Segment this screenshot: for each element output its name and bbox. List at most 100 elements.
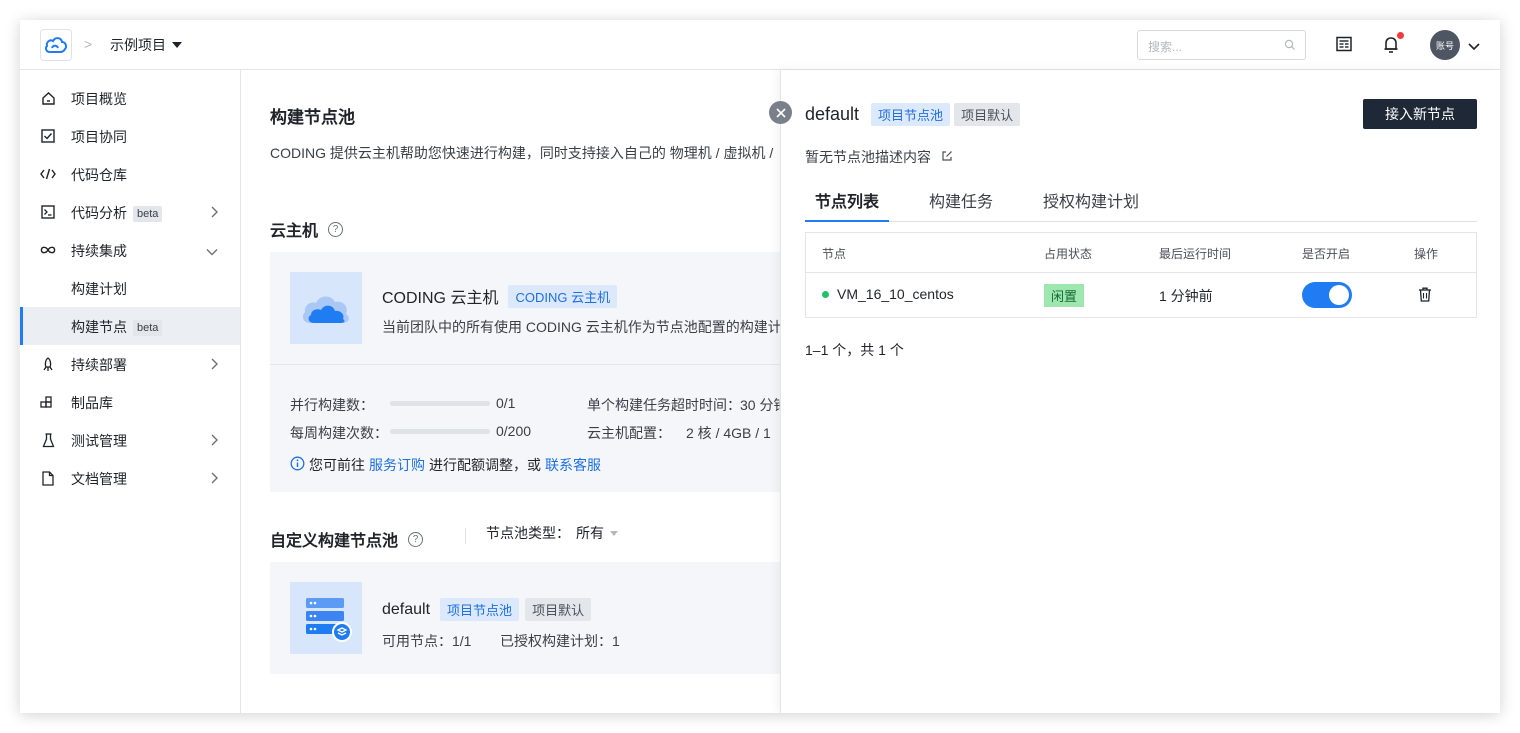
chevron-right-icon bbox=[210, 433, 218, 449]
timeout-label: 单个构建任务超时时间： bbox=[587, 397, 741, 413]
trash-icon[interactable] bbox=[1418, 287, 1432, 302]
sidebar-item-label: 构建节点 bbox=[71, 319, 127, 335]
drawer-title: default bbox=[805, 104, 860, 124]
sidebar-item-label: 制品库 bbox=[71, 395, 113, 411]
concurrent-builds-bar bbox=[390, 401, 490, 406]
sidebar-item-build-nodes[interactable]: 构建节点 beta bbox=[20, 307, 240, 345]
drawer-tag-default: 项目默认 bbox=[954, 103, 1021, 126]
cloud-section-header: 云主机 ? bbox=[270, 217, 344, 241]
column-header: 节点 bbox=[822, 247, 847, 261]
help-icon[interactable]: ? bbox=[408, 531, 424, 547]
avatar[interactable]: 账号 bbox=[1430, 30, 1460, 60]
cloud-section-title: 云主机 bbox=[270, 223, 319, 240]
concurrent-builds-value: 0/1 bbox=[496, 395, 516, 411]
pagination-summary: 1–1 个，共 1 个 bbox=[805, 342, 904, 358]
chevron-right-icon bbox=[210, 357, 218, 373]
tab-node-list[interactable]: 节点列表 bbox=[805, 188, 890, 222]
sidebar-item-label: 构建计划 bbox=[71, 281, 127, 297]
sidebar-item-label: 测试管理 bbox=[71, 433, 127, 449]
search-input[interactable]: 搜索... bbox=[1137, 30, 1306, 60]
host-config-value: 2 核 / 4GB / 1 bbox=[686, 425, 771, 441]
terminal-icon bbox=[40, 204, 56, 220]
chevron-right-icon bbox=[210, 205, 218, 221]
sidebar-item-build-plans[interactable]: 构建计划 bbox=[20, 269, 240, 307]
drawer-description: 暂无节点池描述内容 bbox=[805, 149, 931, 165]
home-icon bbox=[40, 90, 56, 106]
sidebar-item-cd[interactable]: 持续部署 bbox=[20, 345, 240, 383]
pool-name-row: default 项目节点池 项目默认 bbox=[382, 598, 592, 621]
drawer-tabs: 节点列表 构建任务 授权构建计划 bbox=[805, 178, 1477, 222]
node-pool-drawer: default 项目节点池 项目默认 接入新节点 暂无节点池描述内容 节点列表 … bbox=[769, 70, 1500, 713]
news-icon[interactable] bbox=[1335, 35, 1353, 58]
table-header: 节点 占用状态 最后运行时间 是否开启 操作 bbox=[806, 233, 1476, 273]
sidebar-item-label: 项目概览 bbox=[71, 91, 127, 107]
sidebar: 项目概览 项目协同 代码仓库 代码分析 beta 持续集成 构建计划 构建节点 be… bbox=[20, 70, 241, 713]
online-status-dot bbox=[822, 290, 829, 298]
artifacts-icon bbox=[40, 394, 56, 410]
custom-section-title: 自定义构建节点池 bbox=[270, 533, 399, 550]
caret-down-icon bbox=[172, 42, 182, 48]
info-icon bbox=[290, 456, 305, 474]
chevron-down-icon bbox=[206, 243, 218, 259]
code-icon bbox=[40, 166, 56, 182]
sidebar-item-code-analysis[interactable]: 代码分析 beta bbox=[20, 193, 240, 231]
page-title: 构建节点池 bbox=[270, 108, 355, 127]
filter-value: 所有 bbox=[576, 525, 604, 541]
page-description: CODING 提供云主机帮助您快速进行构建，同时支持接入自己的 物理机 / 虚拟… bbox=[270, 145, 774, 161]
sidebar-item-label: 代码仓库 bbox=[71, 167, 127, 183]
notice-middle: 进行配额调整，或 bbox=[429, 457, 541, 473]
app-window: > 示例项目 搜索... 账号 项目概览 项目协同 代码仓库 代码分析 beta… bbox=[20, 20, 1500, 713]
flask-icon bbox=[40, 432, 56, 448]
notification-bell-icon[interactable] bbox=[1382, 32, 1404, 59]
close-drawer-button[interactable] bbox=[769, 101, 792, 124]
tab-authorized-plans[interactable]: 授权构建计划 bbox=[1033, 188, 1149, 222]
add-node-button[interactable]: 接入新节点 bbox=[1363, 99, 1477, 129]
custom-section-header: 自定义构建节点池 ? bbox=[270, 527, 424, 551]
sidebar-item-label: 持续集成 bbox=[71, 243, 127, 259]
column-header: 是否开启 bbox=[1302, 247, 1351, 261]
contact-support-link[interactable]: 联系客服 bbox=[545, 455, 601, 475]
pool-type-filter[interactable]: 节点池类型： 所有 bbox=[486, 523, 618, 543]
cloud-host-name: CODING 云主机 bbox=[382, 290, 499, 307]
sidebar-item-testing[interactable]: 测试管理 bbox=[20, 421, 240, 459]
cloud-host-name-row: CODING 云主机 CODING 云主机 bbox=[382, 284, 618, 308]
weekly-builds-bar bbox=[390, 429, 490, 434]
search-icon bbox=[1284, 39, 1296, 54]
enable-node-toggle[interactable] bbox=[1302, 282, 1352, 308]
checkbox-icon bbox=[40, 128, 56, 144]
concurrent-builds-label: 并行构建数： bbox=[290, 397, 374, 413]
sidebar-item-collaboration[interactable]: 项目协同 bbox=[20, 117, 240, 155]
sidebar-item-label: 项目协同 bbox=[71, 129, 127, 145]
top-bar: > 示例项目 搜索... 账号 bbox=[20, 20, 1500, 70]
beta-badge: beta bbox=[133, 320, 163, 336]
caret-down-icon bbox=[610, 530, 618, 536]
column-header: 占用状态 bbox=[1044, 247, 1093, 261]
pool-tag-project: 项目节点池 bbox=[440, 598, 520, 621]
rocket-icon bbox=[40, 356, 56, 372]
quota-notice: 您可前往 服务订购 进行配额调整，或 联系客服 bbox=[290, 455, 601, 475]
sidebar-item-artifacts[interactable]: 制品库 bbox=[20, 383, 240, 421]
sidebar-item-overview[interactable]: 项目概览 bbox=[20, 79, 240, 117]
service-order-link[interactable]: 服务订购 bbox=[369, 455, 425, 475]
drawer-description-row: 暂无节点池描述内容 bbox=[805, 147, 953, 167]
sidebar-item-docs[interactable]: 文档管理 bbox=[20, 459, 240, 497]
document-icon bbox=[40, 470, 56, 486]
chevron-down-icon[interactable] bbox=[1468, 38, 1480, 56]
help-icon[interactable]: ? bbox=[328, 221, 344, 237]
available-nodes: 可用节点：1/1 bbox=[382, 633, 472, 649]
notification-dot bbox=[1397, 32, 1404, 39]
coding-logo-icon[interactable] bbox=[40, 29, 72, 61]
pool-name: default bbox=[382, 600, 431, 618]
filter-label: 节点池类型： bbox=[486, 525, 570, 541]
drawer-title-row: default 项目节点池 项目默认 bbox=[805, 103, 1021, 126]
sidebar-item-code-repo[interactable]: 代码仓库 bbox=[20, 155, 240, 193]
table-row[interactable]: VM_16_10_centos 闲置 1 分钟前 bbox=[806, 273, 1476, 317]
edit-icon[interactable] bbox=[941, 149, 953, 165]
project-switcher[interactable]: 示例项目 bbox=[110, 35, 182, 55]
status-badge: 闲置 bbox=[1044, 284, 1085, 307]
column-header: 操作 bbox=[1414, 247, 1439, 261]
column-header: 最后运行时间 bbox=[1159, 247, 1232, 261]
tab-build-tasks[interactable]: 构建任务 bbox=[919, 188, 1003, 222]
sidebar-item-ci[interactable]: 持续集成 bbox=[20, 231, 240, 269]
status-cell: 闲置 bbox=[1044, 284, 1085, 307]
